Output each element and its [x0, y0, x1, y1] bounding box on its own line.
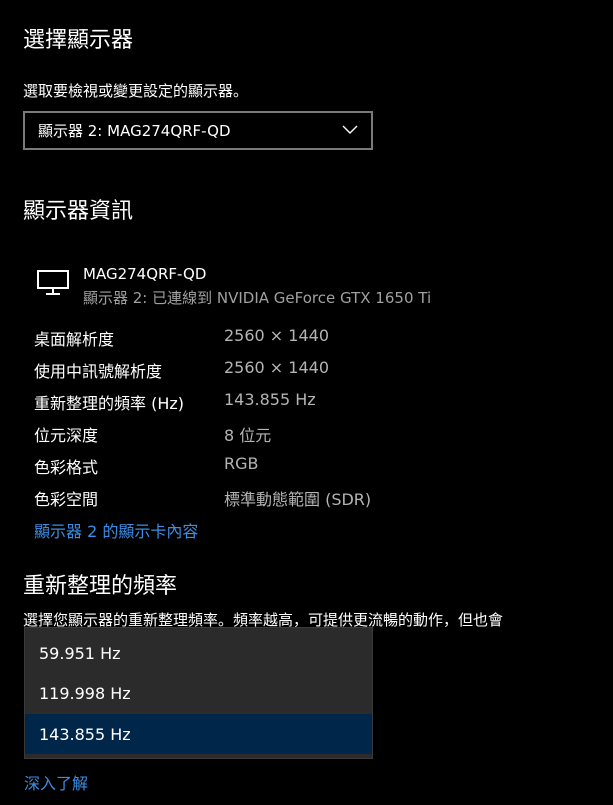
- advanced-display-settings-page: 選擇顯示器 選取要檢視或變更設定的顯示器。 顯示器 2: MAG274QRF-Q…: [0, 0, 613, 805]
- learn-more-link[interactable]: 深入了解: [24, 770, 88, 794]
- info-value: RGB: [224, 454, 259, 473]
- info-value: 143.855 Hz: [224, 390, 316, 409]
- info-value: 2560 × 1440: [224, 358, 330, 377]
- info-value: 8 位元: [224, 426, 272, 445]
- refresh-rate-dropdown-list: 59.951 Hz 119.998 Hz 143.855 Hz: [24, 627, 373, 759]
- chevron-down-icon: [342, 125, 358, 134]
- info-label: 使用中訊號解析度: [34, 362, 163, 381]
- info-label: 重新整理的頻率 (Hz): [34, 394, 185, 413]
- monitor-name: MAG274QRF-QD: [83, 265, 207, 283]
- display-info-title: 顯示器資訊: [23, 199, 134, 224]
- display-select-dropdown[interactable]: 顯示器 2: MAG274QRF-QD: [23, 111, 373, 150]
- info-label: 位元深度: [34, 426, 99, 445]
- select-display-subtitle: 選取要檢視或變更設定的顯示器。: [23, 82, 249, 100]
- monitor-connection: 顯示器 2: 已連線到 NVIDIA GeForce GTX 1650 Ti: [83, 289, 432, 307]
- refresh-rate-option[interactable]: 59.951 Hz: [25, 633, 372, 673]
- refresh-rate-title: 重新整理的頻率: [23, 574, 178, 599]
- refresh-rate-option-selected[interactable]: 143.855 Hz: [25, 714, 372, 754]
- monitor-icon: [37, 270, 69, 295]
- info-label: 桌面解析度: [34, 330, 115, 349]
- refresh-rate-option[interactable]: 119.998 Hz: [25, 673, 372, 713]
- display-adapter-properties-link[interactable]: 顯示器 2 的顯示卡內容: [34, 518, 198, 542]
- info-label: 色彩空間: [34, 490, 99, 509]
- display-select-value: 顯示器 2: MAG274QRF-QD: [38, 122, 231, 140]
- select-display-title: 選擇顯示器: [23, 28, 134, 53]
- info-value: 標準動態範圍 (SDR): [224, 490, 372, 509]
- info-label: 色彩格式: [34, 458, 99, 477]
- info-value: 2560 × 1440: [224, 326, 330, 345]
